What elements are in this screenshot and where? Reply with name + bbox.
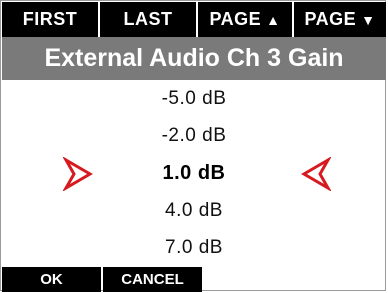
ok-button[interactable]: OK xyxy=(2,267,101,292)
selector-left-arrow-icon xyxy=(301,157,331,191)
page-up-button[interactable]: PAGE ▲ xyxy=(198,2,292,37)
menu-title: External Audio Ch 3 Gain xyxy=(2,37,386,80)
option-label: 7.0 dB xyxy=(165,237,223,258)
selector-right-arrow-icon xyxy=(63,157,93,191)
last-label: LAST xyxy=(123,9,173,29)
list-item[interactable]: -5.0 dB xyxy=(1,88,387,110)
option-label: 4.0 dB xyxy=(165,200,223,221)
list-item[interactable]: 4.0 dB xyxy=(1,200,387,222)
top-nav-bar: FIRST LAST PAGE ▲ PAGE ▼ xyxy=(2,2,386,37)
cancel-label: CANCEL xyxy=(121,271,184,288)
option-label: 1.0 dB xyxy=(162,162,226,184)
triangle-down-icon: ▼ xyxy=(361,11,376,28)
first-label: FIRST xyxy=(22,9,78,29)
menu-title-text: External Audio Ch 3 Gain xyxy=(44,44,344,72)
page-down-label: PAGE xyxy=(304,9,357,29)
triangle-up-icon: ▲ xyxy=(266,11,281,28)
bottom-button-bar: OK CANCEL xyxy=(2,267,204,292)
ok-label: OK xyxy=(40,271,63,288)
page-down-button[interactable]: PAGE ▼ xyxy=(294,2,386,37)
menu-screen: FIRST LAST PAGE ▲ PAGE ▼ External Audio … xyxy=(0,0,387,292)
page-up-label: PAGE xyxy=(209,9,262,29)
list-item[interactable]: -2.0 dB xyxy=(1,125,387,147)
list-item[interactable]: 7.0 dB xyxy=(1,237,387,259)
first-button[interactable]: FIRST xyxy=(2,2,98,37)
cancel-button[interactable]: CANCEL xyxy=(103,267,202,292)
option-label: -2.0 dB xyxy=(161,125,227,146)
last-button[interactable]: LAST xyxy=(100,2,196,37)
option-label: -5.0 dB xyxy=(161,88,227,109)
